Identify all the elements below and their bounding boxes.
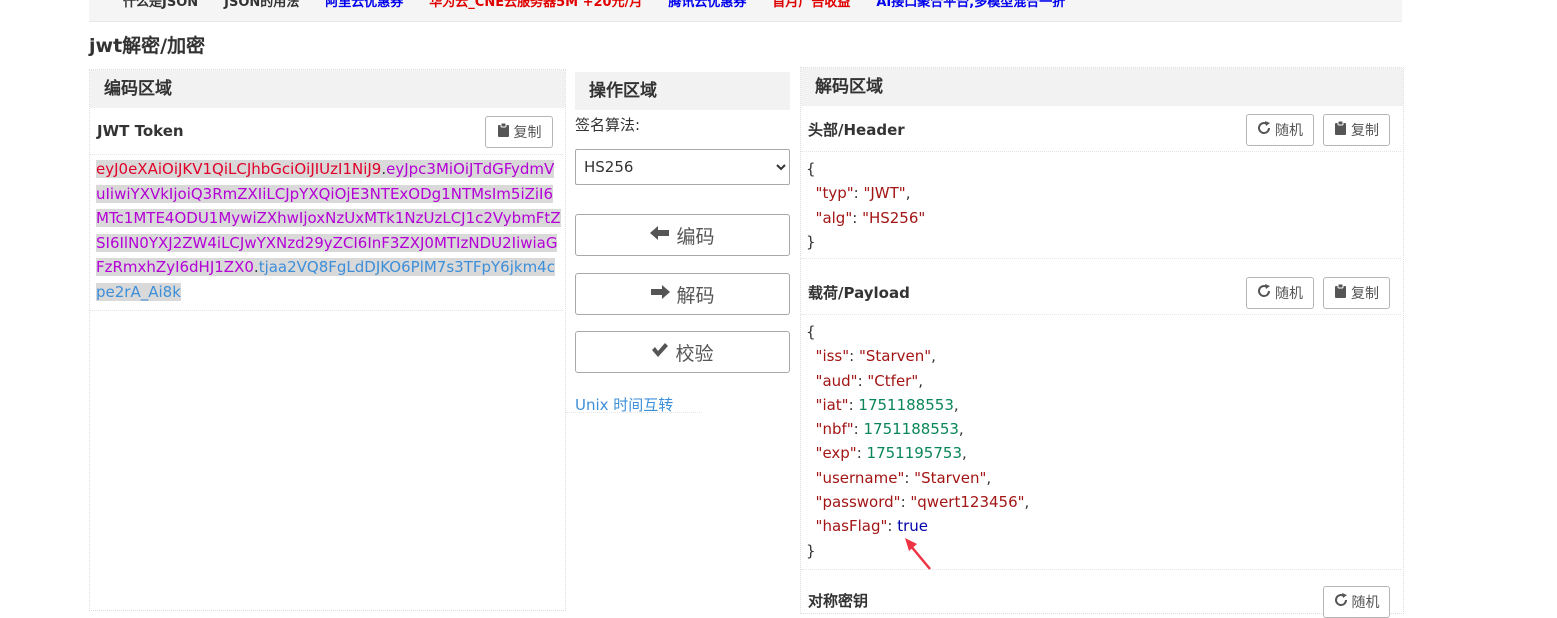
arrow-left-icon <box>650 224 670 246</box>
payload-json-key: "aud" <box>815 371 858 390</box>
payload-json-value: true <box>897 517 928 536</box>
copy-token-label: 复制 <box>513 125 542 141</box>
checkmark-icon <box>651 341 669 363</box>
encode-panel-title-text: 编码区域 <box>104 79 172 99</box>
operation-panel-title: 操作区域 <box>575 72 790 110</box>
payload-json-value: "qwert123456" <box>910 493 1025 512</box>
clipboard-icon <box>497 122 510 141</box>
payload-json-value: "Starven" <box>858 347 932 366</box>
payload-divider <box>801 314 1401 315</box>
payload-json-key: "exp" <box>815 444 857 463</box>
header-random-label: 随机 <box>1275 123 1303 139</box>
payload-brace-open: { <box>806 323 816 341</box>
payload-json-value: 1751188553 <box>863 420 959 439</box>
payload-json-key: "iss" <box>815 347 850 366</box>
payload-json-key: "iat" <box>815 395 849 414</box>
encode-panel-title: 编码区域 <box>90 70 565 108</box>
payload-random-label: 随机 <box>1275 286 1303 302</box>
payload-label: 载荷/Payload <box>808 284 910 302</box>
operation-divider <box>566 412 702 413</box>
payload-json-value: 1751195753 <box>866 444 962 463</box>
payload-json-line: "aud": "Ctfer", <box>815 371 924 390</box>
payload-random-button[interactable]: 随机 <box>1246 277 1314 309</box>
payload-json-line: "username": "Starven", <box>815 468 992 487</box>
header-divider <box>801 151 1401 152</box>
decode-panel-title-text: 解码区域 <box>815 77 883 97</box>
payload-json-value: "Ctfer" <box>867 371 919 390</box>
token-header-part: eyJ0eXAiOiJKV1QiLCJhbGciOiJIUzI1NiJ9 <box>96 160 382 178</box>
header-brace-open: { <box>806 160 816 178</box>
header-json-line: "alg": "HS256" <box>815 208 926 227</box>
secret-random-label: 随机 <box>1351 595 1380 611</box>
jwt-token-label: JWT Token <box>97 122 184 140</box>
verify-button[interactable]: 校验 <box>575 331 790 373</box>
payload-json-value: "Starven" <box>914 468 987 487</box>
header-random-button[interactable]: 随机 <box>1246 114 1314 146</box>
payload-copy-label: 复制 <box>1351 286 1379 302</box>
payload-json-line: "iss": "Starven", <box>815 347 936 366</box>
decode-button-label: 解码 <box>676 284 715 307</box>
encode-panel: 编码区域 <box>89 69 566 611</box>
refresh-icon <box>1257 121 1271 139</box>
header-json-divider <box>801 258 1401 259</box>
payload-json-key: "nbf" <box>815 420 854 439</box>
clipboard-icon <box>1334 283 1347 302</box>
red-arrow-annotation <box>905 538 931 570</box>
payload-json-editor[interactable]: { "iss": "Starven", "aud": "Ctfer", "iat… <box>806 320 1029 563</box>
decode-button[interactable]: 解码 <box>575 273 790 315</box>
header-copy-button[interactable]: 复制 <box>1323 114 1390 146</box>
top-nav-link[interactable]: JSON的用法 <box>224 0 299 10</box>
page-title: jwt解密/加密 <box>89 35 206 57</box>
token-dot-2: . <box>253 258 259 276</box>
encode-button-label: 编码 <box>676 225 715 248</box>
header-brace-close: } <box>806 232 816 251</box>
payload-json-line: "exp": 1751195753, <box>815 444 967 463</box>
top-nav-link[interactable]: 华为云_CNE云服务器5M +20元/月 <box>429 0 642 10</box>
payload-json-line: "iat": 1751188553, <box>815 395 959 414</box>
alg-label: 签名算法: <box>575 116 641 134</box>
header-json-key: "typ" <box>815 184 854 203</box>
refresh-icon <box>1334 593 1348 611</box>
token-divider-top <box>90 154 563 155</box>
header-json-key: "alg" <box>815 208 853 227</box>
payload-json-key: "username" <box>815 468 905 487</box>
payload-json-key: "hasFlag" <box>815 517 888 536</box>
arrow-right-icon <box>650 283 671 305</box>
jwt-token-textarea[interactable]: eyJ0eXAiOiJKV1QiLCJhbGciOiJIUzI1NiJ9.eyJ… <box>96 157 562 304</box>
payload-json-key: "password" <box>815 493 901 512</box>
token-divider-bottom <box>90 310 563 311</box>
top-nav-bar: 什么是JSON JSON的用法 阿里云优惠券 华为云_CNE云服务器5M +20元/月… <box>89 0 1402 22</box>
header-copy-label: 复制 <box>1351 123 1379 139</box>
decode-panel-title: 解码区域 <box>801 68 1403 106</box>
operation-panel-title-text: 操作区域 <box>589 81 657 101</box>
top-nav-link[interactable]: 阿里云优惠券 <box>325 0 403 10</box>
payload-json-line: "password": "qwert123456", <box>815 493 1030 512</box>
header-json-value: "JWT" <box>863 184 906 203</box>
top-nav-link[interactable]: 什么是JSON <box>123 0 198 10</box>
payload-copy-button[interactable]: 复制 <box>1323 277 1390 309</box>
top-nav-link[interactable]: 腾讯云优惠券 <box>668 0 746 10</box>
secret-label: 对称密钥 <box>808 592 869 610</box>
payload-json-value: 1751188553 <box>858 395 954 414</box>
payload-json-divider <box>801 569 1401 570</box>
header-json-line: "typ": "JWT", <box>815 184 911 203</box>
header-label: 头部/Header <box>808 121 905 139</box>
encode-button[interactable]: 编码 <box>575 214 790 256</box>
top-nav-link[interactable]: AI接口聚合平台,多模型混合一折 <box>876 0 1065 10</box>
refresh-icon <box>1257 284 1271 302</box>
header-json-editor[interactable]: { "typ": "JWT", "alg": "HS256"} <box>806 157 925 254</box>
verify-button-label: 校验 <box>675 342 714 365</box>
clipboard-icon <box>1334 120 1347 139</box>
header-json-value: "HS256" <box>862 208 926 227</box>
secret-random-button[interactable]: 随机 <box>1323 586 1390 618</box>
alg-select[interactable]: HS256 <box>575 149 790 185</box>
payload-json-line: "nbf": 1751188553, <box>815 420 964 439</box>
top-nav-links: 什么是JSON JSON的用法 阿里云优惠券 华为云_CNE云服务器5M +20元/月… <box>123 0 1091 10</box>
top-nav-link[interactable]: 首月广告收益 <box>772 0 850 10</box>
copy-token-button[interactable]: 复制 <box>485 116 553 148</box>
